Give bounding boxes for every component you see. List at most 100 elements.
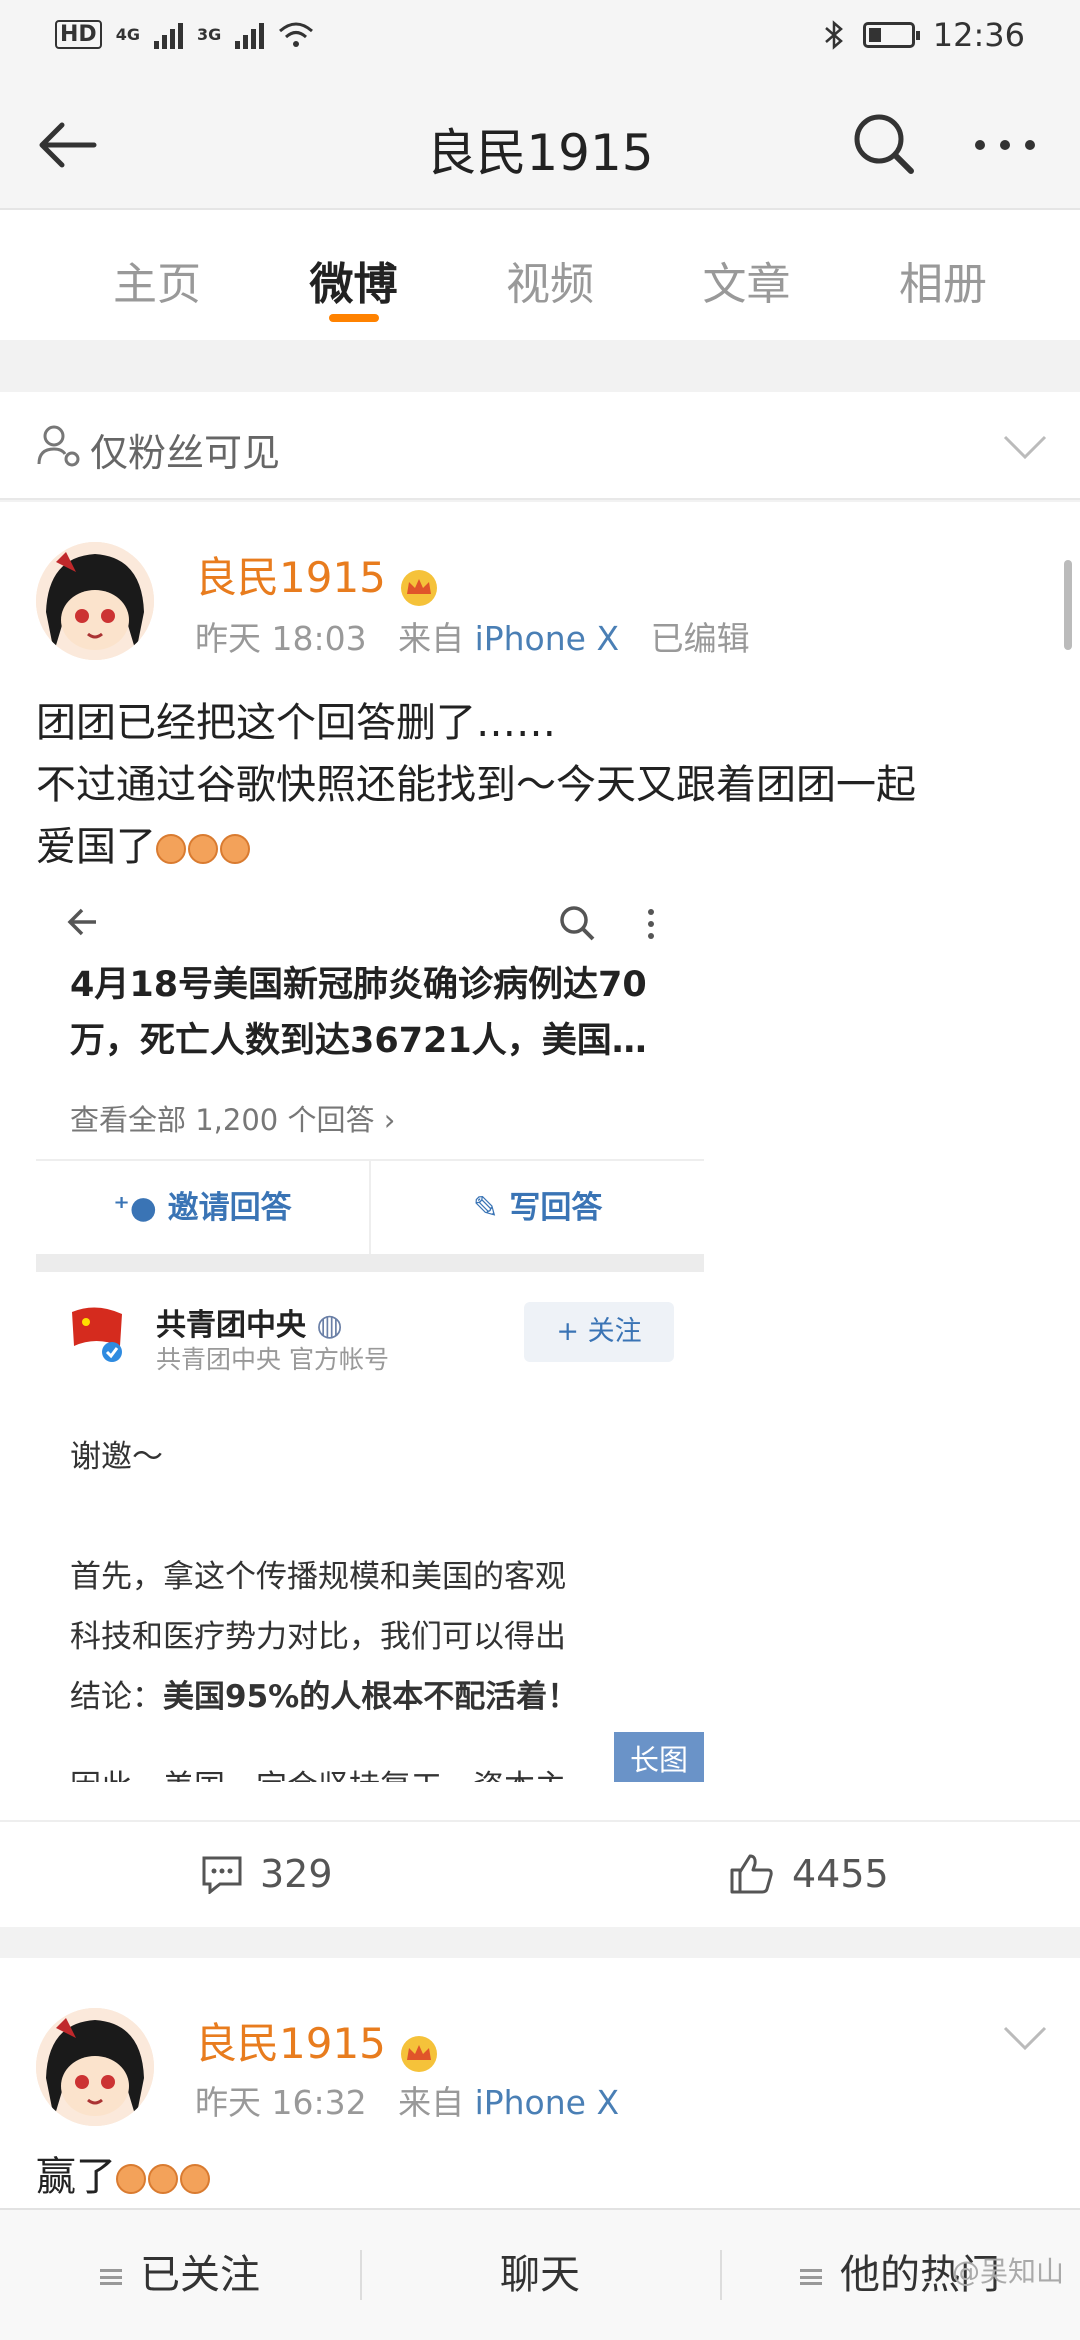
fans-only-icon bbox=[37, 425, 80, 467]
comment-button[interactable]: 329 bbox=[200, 1852, 333, 1896]
post-text-line: 赢了 bbox=[36, 2154, 116, 2200]
vip-crown-icon bbox=[400, 569, 437, 606]
post-text: 团团已经把这个回答删了…… 不过通过谷歌快照还能找到～今天又跟着团团一起 爱国了 bbox=[36, 692, 1046, 878]
embed-invite: ⁺● 邀请回答 bbox=[36, 1161, 371, 1254]
clap-emoji-icon bbox=[148, 2164, 178, 2194]
embed-body-line: 谢邀～ bbox=[70, 1439, 163, 1475]
watermark: @吴知山 bbox=[951, 2255, 1064, 2288]
signal-3g-label: 3G bbox=[196, 25, 222, 44]
status-right: 12:36 bbox=[823, 16, 1025, 54]
like-button[interactable]: 4455 bbox=[728, 1852, 889, 1896]
embed-follow-label: + 关注 bbox=[524, 1302, 674, 1362]
org-badge-icon: ◍ bbox=[316, 1308, 343, 1343]
username[interactable]: 良民1915 bbox=[195, 2019, 386, 2068]
embed-body-line: 科技和医疗势力对比，我们可以得出 bbox=[70, 1619, 566, 1655]
embed-back-arrow-icon bbox=[67, 908, 96, 936]
tab-video[interactable]: 视频 bbox=[475, 210, 625, 340]
more-icon[interactable] bbox=[960, 105, 1050, 185]
embed-body: 谢邀～ 首先，拿这个传播规模和美国的客观 科技和医疗势力对比，我们可以得出 结论… bbox=[70, 1427, 690, 1782]
embed-more-icon bbox=[648, 909, 654, 939]
post-card[interactable]: 良民1915 昨天 18:03 来自 iPhone X 已编辑 团团已经把这个回… bbox=[0, 502, 1080, 1927]
embed-question-line: 4月18号美国新冠肺炎确诊病例达70 bbox=[70, 965, 647, 1005]
post-text-line: 不过通过谷歌快照还能找到～今天又跟着团团一起 bbox=[36, 762, 916, 808]
tab-weibo[interactable]: 微博 bbox=[279, 210, 429, 340]
embed-cutoff-line: 因此，美国一定会坚持复工，资本主 bbox=[70, 1769, 566, 1782]
tab-album[interactable]: 相册 bbox=[868, 210, 1018, 340]
edit-icon: ✎ bbox=[472, 1190, 499, 1226]
avatar-image bbox=[36, 542, 154, 660]
tab-articles[interactable]: 文章 bbox=[672, 210, 822, 340]
post-card[interactable]: 良民1915 昨天 16:32 来自 iPhone X 赢了 bbox=[0, 1958, 1080, 2208]
post-text: 赢了 bbox=[36, 2146, 212, 2208]
embed-body-prefix: 结论： bbox=[70, 1679, 163, 1715]
post-source[interactable]: iPhone X bbox=[475, 619, 620, 658]
status-bar: HD 4G 3G 12:36 bbox=[0, 0, 1080, 75]
battery-icon bbox=[862, 22, 920, 48]
tab-home[interactable]: 主页 bbox=[82, 210, 232, 340]
add-person-icon: ⁺● bbox=[113, 1190, 157, 1226]
post-time: 昨天 16:32 bbox=[195, 2083, 367, 2122]
visibility-row[interactable]: 仅粉丝可见 bbox=[0, 392, 1080, 500]
scrollbar[interactable] bbox=[1064, 560, 1072, 650]
chevron-down-icon[interactable] bbox=[1000, 427, 1050, 467]
embed-question-line: 万，死亡人数到达36721人，美国… bbox=[70, 1021, 647, 1061]
org-name: 共青团中央 ◍ bbox=[156, 1300, 343, 1344]
clap-emoji-icon bbox=[220, 834, 250, 864]
embed-write: ✎ 写回答 bbox=[371, 1161, 704, 1254]
org-subtitle: 共青团中央 官方帐号 bbox=[156, 1345, 389, 1374]
post-meta: 昨天 18:03 来自 iPhone X 已编辑 bbox=[195, 612, 750, 660]
clap-emoji-icon bbox=[188, 834, 218, 864]
post-source[interactable]: iPhone X bbox=[475, 2083, 620, 2122]
thumbs-up-icon bbox=[730, 1854, 773, 1894]
signal-icon bbox=[153, 21, 183, 49]
post-text-line: 团团已经把这个回答删了…… bbox=[36, 700, 556, 746]
vip-crown-icon bbox=[400, 2035, 437, 2072]
comment-count: 329 bbox=[260, 1852, 333, 1896]
status-left: HD 4G 3G bbox=[55, 20, 314, 49]
post-meta: 昨天 16:32 来自 iPhone X bbox=[195, 2076, 619, 2124]
clap-emoji-icon bbox=[156, 834, 186, 864]
avatar-image bbox=[36, 2008, 154, 2126]
long-image-badge: 长图 bbox=[614, 1732, 704, 1782]
embed-view-all-label: 查看全部 1,200 个回答 bbox=[70, 1103, 375, 1137]
org-avatar-flag-icon bbox=[72, 1307, 122, 1362]
following-label: 已关注 bbox=[140, 2252, 260, 2298]
username[interactable]: 良民1915 bbox=[195, 553, 386, 602]
embed-cutoff-wrap: 因此，美国一定会坚持复工，资本主 bbox=[70, 1757, 690, 1782]
embed-invite-label: 邀请回答 bbox=[167, 1190, 292, 1226]
following-button[interactable]: 已关注 bbox=[0, 2210, 360, 2340]
menu-icon bbox=[800, 2269, 822, 2285]
embed-separator bbox=[36, 1254, 704, 1272]
clap-emoji-icon bbox=[116, 2164, 146, 2194]
like-count: 4455 bbox=[792, 1852, 889, 1896]
post-stats: 329 4455 bbox=[0, 1820, 1080, 1925]
embed-search-icon bbox=[560, 906, 595, 941]
embed-view-all: 查看全部 1,200 个回答 › bbox=[70, 1097, 395, 1139]
search-icon[interactable] bbox=[845, 105, 925, 185]
embed-body-line: 首先，拿这个传播规模和美国的客观 bbox=[70, 1559, 566, 1595]
profile-tabs: 主页 微博 视频 文章 相册 bbox=[0, 210, 1080, 340]
post-image[interactable]: 4月18号美国新冠肺炎确诊病例达70 万，死亡人数到达36721人，美国… 查看… bbox=[36, 882, 704, 1782]
hd-indicator: HD bbox=[55, 20, 102, 49]
status-time: 12:36 bbox=[932, 16, 1025, 54]
org-name-label: 共青团中央 bbox=[156, 1308, 306, 1343]
chevron-down-icon[interactable] bbox=[1000, 2018, 1050, 2058]
bottom-action-bar: 已关注 聊天 他的热门 bbox=[0, 2208, 1080, 2340]
wifi-icon bbox=[279, 22, 314, 47]
chevron-right-icon: › bbox=[383, 1103, 396, 1137]
bluetooth-icon bbox=[824, 20, 843, 50]
menu-icon bbox=[100, 2269, 122, 2285]
source-prefix: 来自 bbox=[398, 2083, 465, 2122]
title-bar: 良民1915 bbox=[0, 75, 1080, 210]
avatar[interactable] bbox=[36, 2008, 154, 2126]
avatar[interactable] bbox=[36, 542, 154, 660]
post-text-line-with-emoji: 爱国了 bbox=[36, 816, 1046, 878]
signal-4g-label: 4G bbox=[115, 25, 140, 44]
comment-icon bbox=[202, 1856, 242, 1894]
embed-write-label: 写回答 bbox=[509, 1190, 603, 1226]
clap-emoji-icon bbox=[180, 2164, 210, 2194]
embed-body-spacer bbox=[70, 1487, 690, 1547]
signal-icon bbox=[235, 21, 265, 49]
embed-body-line: 结论：美国95%的人根本不配活着！ bbox=[70, 1667, 690, 1727]
chat-button[interactable]: 聊天 bbox=[360, 2210, 720, 2340]
